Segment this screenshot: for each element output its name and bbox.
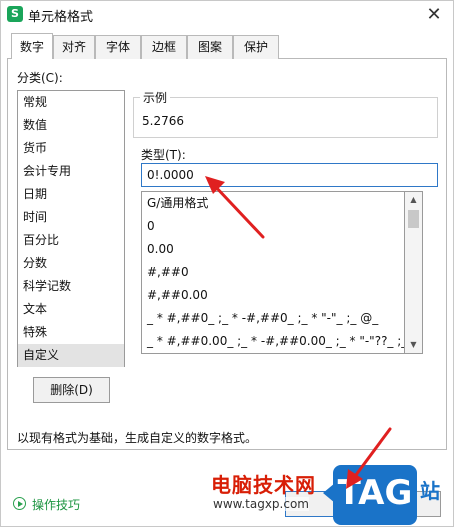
scroll-up-icon[interactable]: ▲ (405, 192, 422, 208)
tab-pattern[interactable]: 图案 (187, 35, 233, 59)
close-icon[interactable]: ✕ (423, 4, 445, 26)
example-group: 示例 5.2766 (133, 89, 438, 138)
tab-protection[interactable]: 保护 (233, 35, 279, 59)
category-item-accounting[interactable]: 会计专用 (18, 160, 124, 183)
format-description: 以现有格式为基础，生成自定义的数字格式。 (17, 431, 258, 445)
category-item-general[interactable]: 常规 (18, 91, 124, 114)
site-watermark: 电脑技术网 www.tagxp.com TAG 站 (211, 465, 454, 528)
category-list[interactable]: 常规 数值 货币 会计专用 日期 时间 百分比 分数 科学记数 文本 特殊 自定… (17, 90, 125, 367)
tab-number[interactable]: 数字 (11, 33, 53, 59)
format-code-item[interactable]: #,##0 (142, 261, 422, 284)
format-code-item[interactable]: #,##0.00 (142, 284, 422, 307)
tab-border[interactable]: 边框 (141, 35, 187, 59)
dialog-title: 单元格格式 (28, 10, 94, 25)
format-code-item[interactable]: _ * #,##0_ ;_ * -#,##0_ ;_ * "-"_ ;_ @_ (142, 307, 422, 330)
format-code-item[interactable]: 0 (142, 215, 422, 238)
category-item-date[interactable]: 日期 (18, 183, 124, 206)
title-bar: S 单元格格式 ✕ (1, 1, 453, 29)
format-list-scrollbar[interactable]: ▲ ▼ (404, 191, 423, 354)
delete-button[interactable]: 删除(D) (33, 377, 110, 403)
format-code-item[interactable]: _ * #,##0.00_ ;_ * -#,##0.00_ ;_ * "-"??… (142, 330, 422, 353)
category-item-fraction[interactable]: 分数 (18, 252, 124, 275)
wps-spreadsheet-icon: S (7, 6, 23, 22)
watermark-text: 电脑技术网 (211, 473, 316, 497)
tab-alignment[interactable]: 对齐 (53, 35, 95, 59)
category-item-number[interactable]: 数值 (18, 114, 124, 137)
category-item-time[interactable]: 时间 (18, 206, 124, 229)
example-value: 5.2766 (142, 114, 184, 128)
tag-logo: TAG (323, 465, 417, 525)
category-item-custom[interactable]: 自定义 (18, 344, 124, 367)
tab-font[interactable]: 字体 (95, 35, 141, 59)
help-tips-label[interactable]: 操作技巧 (32, 496, 80, 513)
category-item-percentage[interactable]: 百分比 (18, 229, 124, 252)
scrollbar-thumb[interactable] (408, 210, 419, 228)
play-circle-icon (13, 497, 26, 510)
category-item-scientific[interactable]: 科学记数 (18, 275, 124, 298)
format-code-item[interactable]: 0.00 (142, 238, 422, 261)
category-item-text[interactable]: 文本 (18, 298, 124, 321)
watermark-url: www.tagxp.com (213, 497, 309, 511)
format-code-list[interactable]: G/通用格式 0 0.00 #,##0 #,##0.00 _ * #,##0_ … (141, 191, 423, 354)
tag-logo-text: TAG (337, 473, 413, 513)
watermark-suffix: 站 (420, 479, 440, 503)
example-label: 示例 (140, 89, 171, 106)
category-item-currency[interactable]: 货币 (18, 137, 124, 160)
scroll-down-icon[interactable]: ▼ (405, 337, 422, 353)
type-label: 类型(T): (141, 148, 186, 162)
type-input[interactable] (141, 163, 438, 187)
format-code-item[interactable]: G/通用格式 (142, 192, 422, 215)
category-item-special[interactable]: 特殊 (18, 321, 124, 344)
format-cells-dialog: S 单元格格式 ✕ 数字 对齐 字体 边框 图案 保护 分类(C): 常规 数值… (0, 0, 454, 527)
category-label: 分类(C): (17, 71, 63, 85)
